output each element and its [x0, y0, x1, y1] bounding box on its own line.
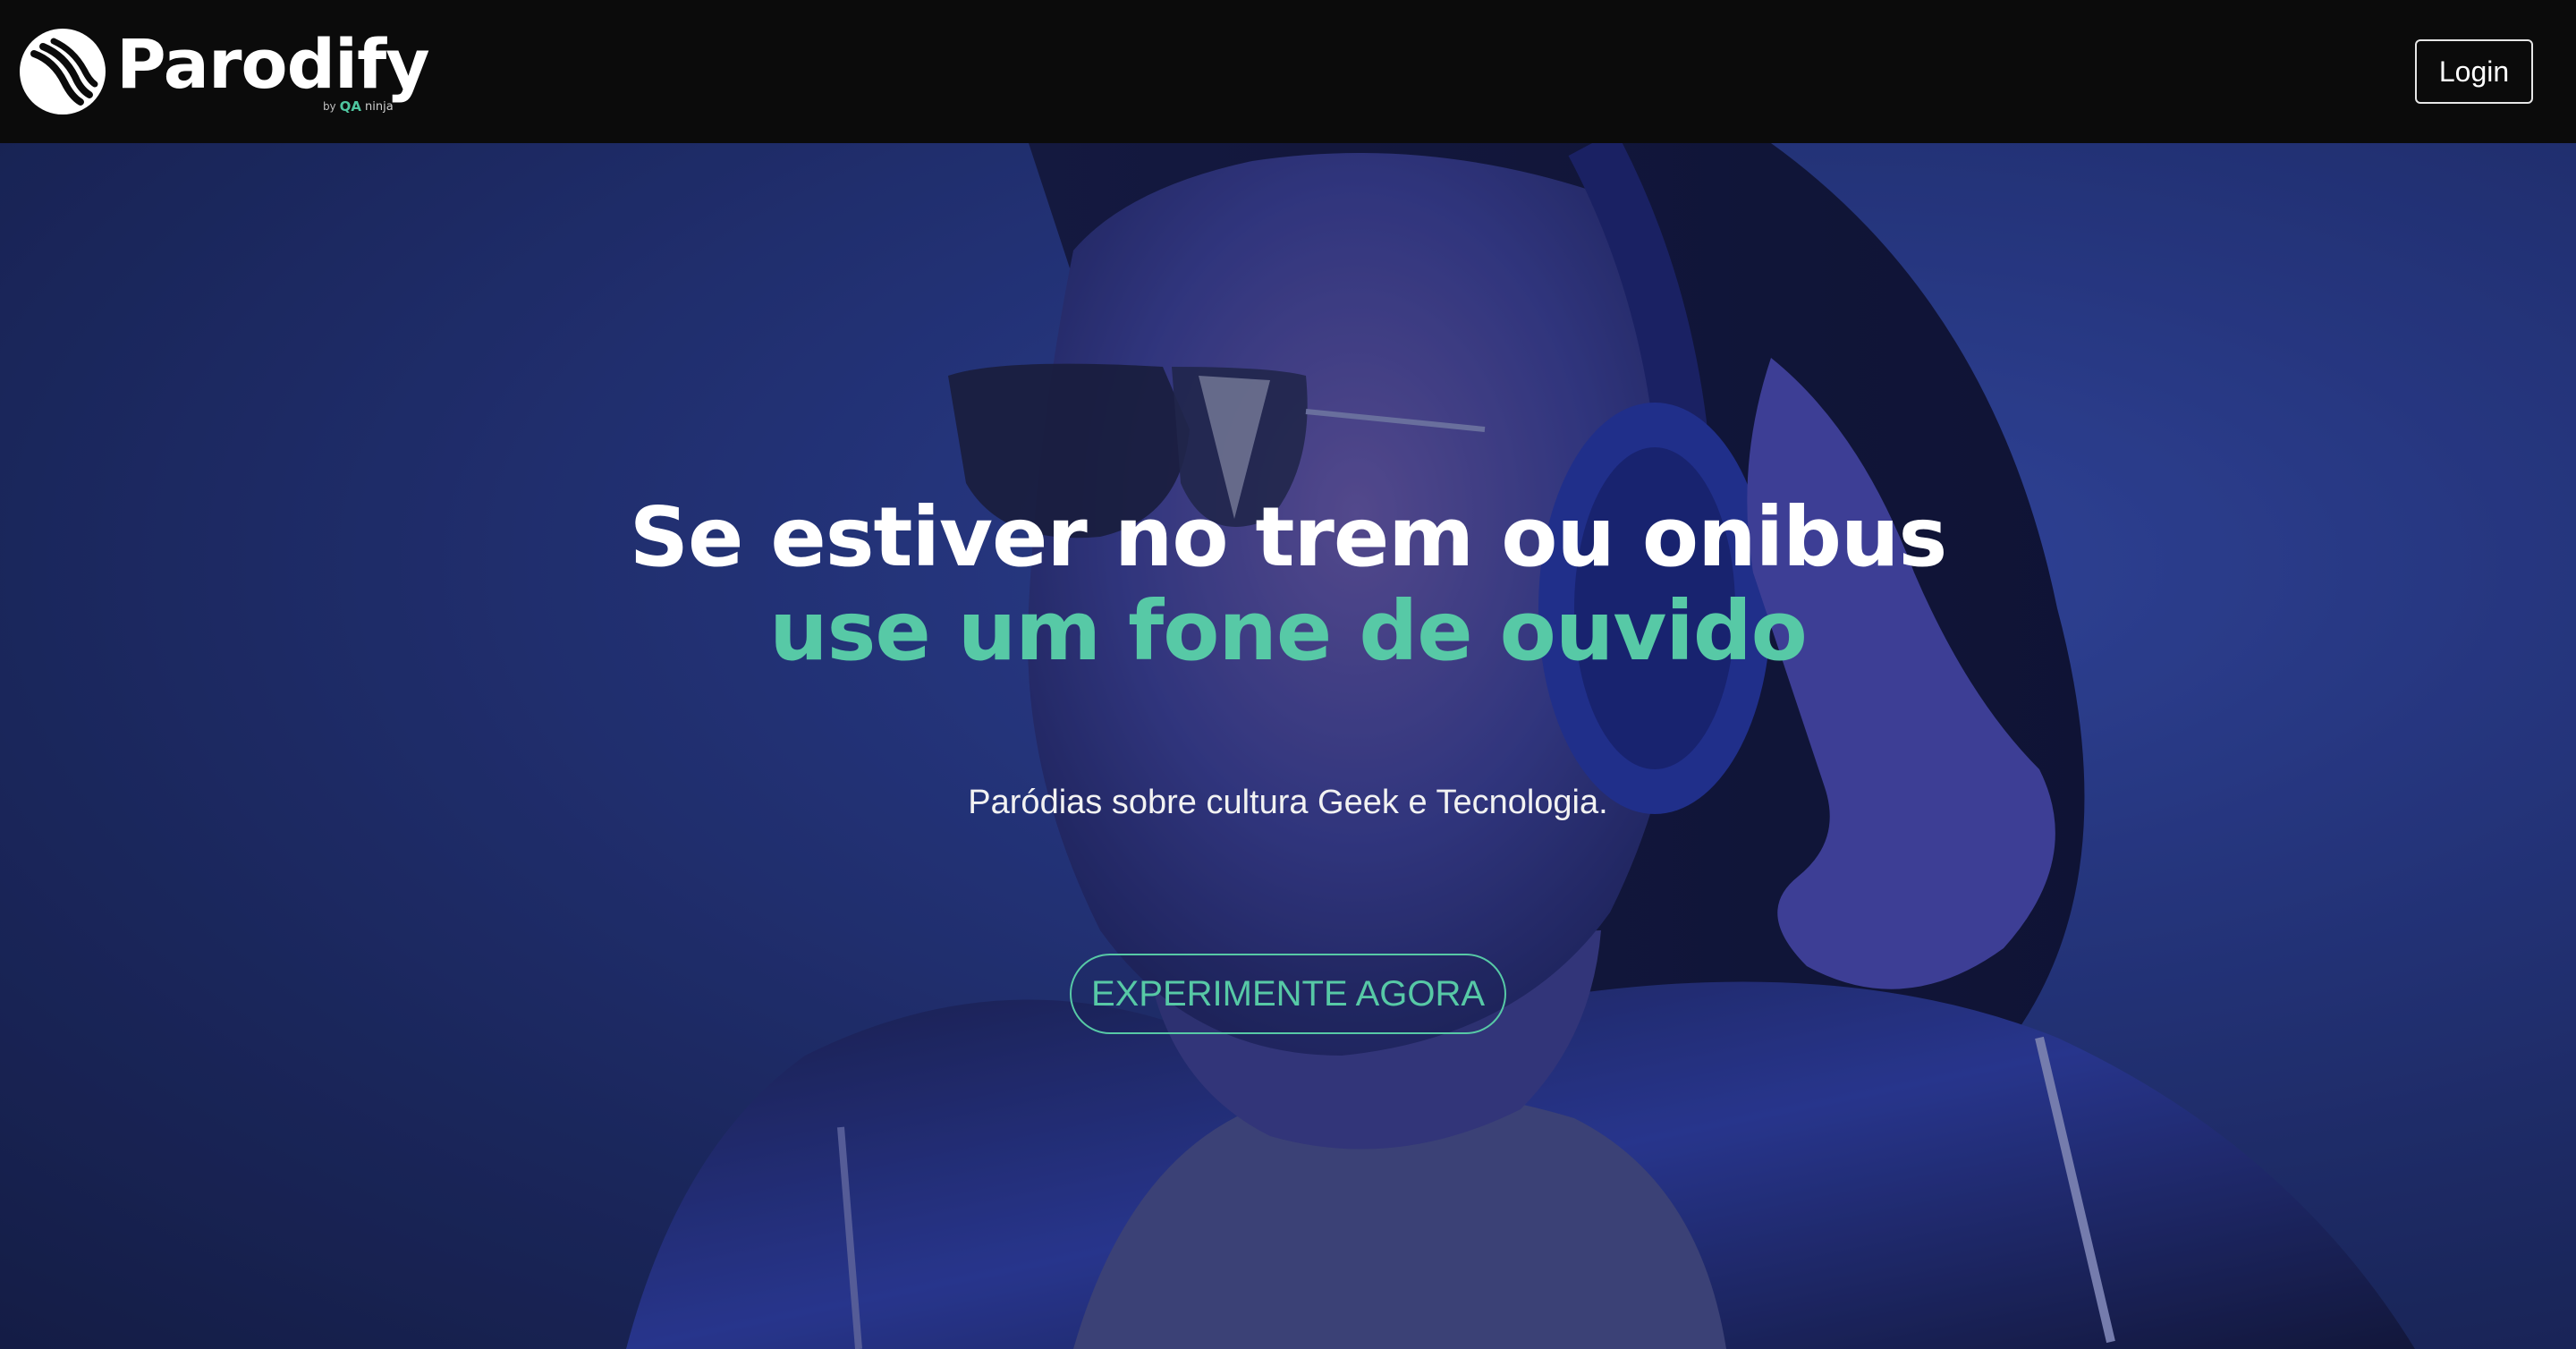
experimente-agora-button[interactable]: EXPERIMENTE AGORA	[1070, 954, 1506, 1034]
brand-subtitle: by QA ninja	[322, 98, 394, 115]
hero-headline-line-1: Se estiver no trem ou onibus	[629, 489, 1948, 585]
qaninja-logo-mark: QA	[339, 98, 362, 115]
brand-by-label: by	[322, 100, 336, 113]
brand-text: Parodify by QA ninja	[116, 23, 430, 115]
hero-tagline: Paródias sobre cultura Geek e Tecnologia…	[968, 784, 1608, 821]
parodify-logo-icon	[20, 29, 106, 115]
brand-logo[interactable]: Parodify by QA ninja	[18, 23, 430, 116]
brand-name: Parodify	[116, 23, 430, 104]
hero-headline-line-2: use um fone de ouvido	[769, 583, 1808, 679]
brand-ninja-label: ninja	[365, 99, 394, 114]
hero-content: Se estiver no trem ou onibus use um fone…	[0, 143, 2576, 1349]
top-navbar: Parodify by QA ninja Login	[0, 0, 2576, 143]
hero-section: Se estiver no trem ou onibus use um fone…	[0, 143, 2576, 1349]
login-button[interactable]: Login	[2415, 39, 2533, 104]
